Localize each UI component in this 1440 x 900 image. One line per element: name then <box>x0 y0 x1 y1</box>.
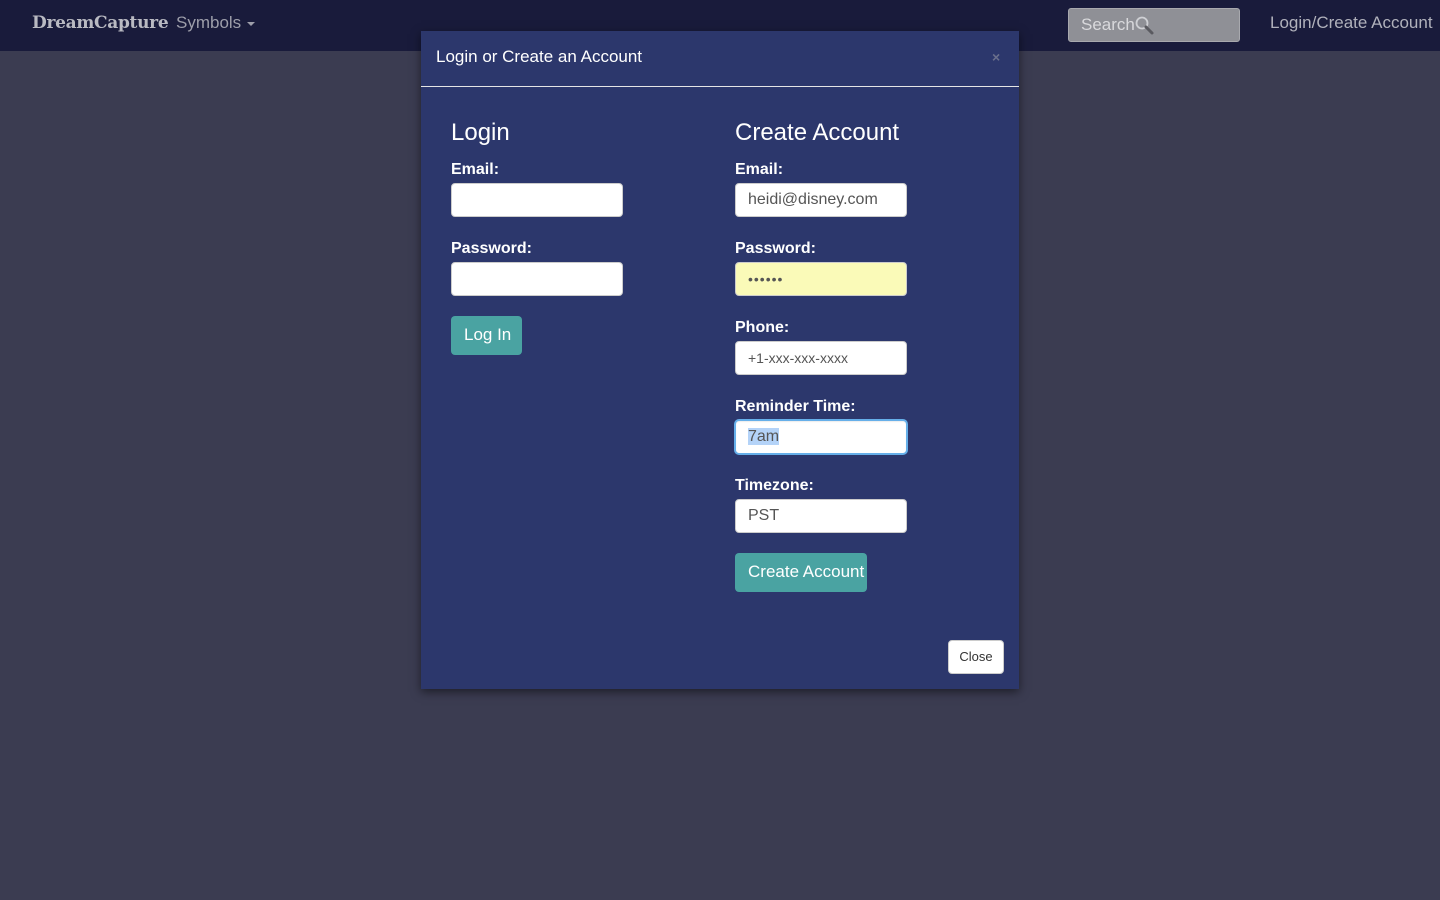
login-password-label: Password: <box>451 240 532 257</box>
phone-label: Phone: <box>735 319 790 336</box>
modal-title: Login or Create an Account <box>436 47 643 66</box>
create-password-label: Password: <box>735 240 816 257</box>
timezone-label: Timezone: <box>735 477 814 494</box>
search-input[interactable]: Search <box>1068 8 1240 42</box>
symbols-dropdown[interactable]: Symbols <box>176 13 256 33</box>
create-account-heading: Create Account <box>735 119 900 146</box>
create-email-field[interactable]: heidi@disney.com <box>735 183 907 217</box>
create-account-button[interactable]: Create Account <box>735 553 867 592</box>
symbols-dropdown-label: Symbols <box>176 13 242 32</box>
create-email-label: Email: <box>735 161 784 178</box>
reminder-time-value: 7am <box>748 428 780 445</box>
login-heading: Login <box>451 119 510 146</box>
caret-down-icon <box>247 21 256 26</box>
modal-header: Login or Create an Account × <box>421 31 1019 87</box>
login-password-field[interactable] <box>451 262 623 296</box>
login-email-field[interactable] <box>451 183 623 217</box>
timezone-field[interactable]: PST <box>735 499 907 533</box>
login-create-account-link[interactable]: Login/Create Account <box>1270 13 1433 33</box>
phone-field[interactable]: +1-xxx-xxx-xxxx <box>735 341 907 375</box>
search-icon <box>1135 16 1154 35</box>
close-icon[interactable]: × <box>992 49 1000 65</box>
login-email-label: Email: <box>451 161 500 178</box>
log-in-button[interactable]: Log In <box>451 316 522 355</box>
reminder-time-field[interactable]: 7am <box>735 420 907 454</box>
login-modal: Login or Create an Account × Login Email… <box>421 31 1019 689</box>
search-placeholder: Search <box>1081 15 1135 34</box>
brand-logo[interactable]: DreamCapture <box>32 13 169 33</box>
reminder-time-label: Reminder Time: <box>735 398 856 415</box>
close-button[interactable]: Close <box>948 640 1004 674</box>
create-password-field[interactable]: •••••• <box>735 262 907 296</box>
